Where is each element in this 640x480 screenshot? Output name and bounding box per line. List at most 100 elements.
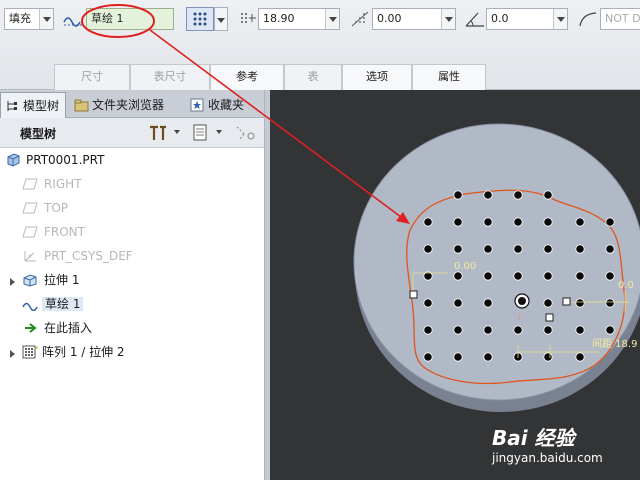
show-icon[interactable] [192, 124, 210, 142]
dashboard: 填充 草绘 1 18.90 0.00 0.0 NOT D 尺寸 表尺寸 参考 表… [0, 0, 640, 90]
angle-icon [465, 12, 484, 27]
pattern-hole [483, 298, 493, 308]
pattern-type-dropdown[interactable] [214, 7, 228, 31]
chevron-down-icon[interactable] [39, 9, 53, 29]
sketch-icon [63, 17, 82, 27]
insert-arrow-icon [25, 323, 37, 333]
spacing-field[interactable]: 18.90 [258, 8, 340, 30]
pattern-hole [513, 217, 523, 227]
extrude-icon [23, 274, 37, 287]
pattern-hole [605, 244, 615, 254]
pattern-hole [543, 352, 553, 362]
filter-icon[interactable] [234, 124, 258, 142]
sketch-collector[interactable]: 草绘 1 [86, 8, 174, 30]
tab-label: 属性 [438, 70, 460, 83]
pattern-hole [513, 190, 523, 200]
csys-icon: x [24, 251, 36, 262]
expand-icon[interactable] [10, 278, 15, 286]
pattern-hole [543, 271, 553, 281]
pattern-hole [543, 298, 553, 308]
pattern-hole [575, 325, 585, 335]
angle-field[interactable]: 0.0 [486, 8, 568, 30]
tab-model-tree[interactable]: 模型树 [0, 92, 66, 118]
pattern-hole [423, 298, 433, 308]
tree-item-label: 草绘 1 [42, 297, 84, 311]
sketch-icon [22, 302, 38, 311]
disc-top[interactable] [353, 123, 640, 401]
pattern-hole [423, 325, 433, 335]
tree-item-extrude[interactable]: 拉伸 1 [22, 270, 79, 290]
not-defined-value: NOT D [605, 12, 640, 25]
tree-item-right[interactable]: RIGHT [22, 174, 82, 194]
pattern-hole [483, 325, 493, 335]
pattern-hole [543, 325, 553, 335]
part-icon [7, 153, 20, 167]
navigator-tabs: 模型树 文件夹浏览器 收藏夹 [0, 90, 264, 118]
spacing-icon [241, 13, 256, 23]
pattern-hole [453, 298, 463, 308]
pattern-hole [605, 271, 615, 281]
pattern-hole [605, 325, 615, 335]
pattern-hole [483, 244, 493, 254]
tree-item-part[interactable]: PRT0001.PRT [6, 150, 104, 170]
tab-favorites[interactable]: 收藏夹 [186, 92, 250, 118]
tree-item-pattern[interactable]: * 阵列 1 / 拉伸 2 [22, 342, 125, 362]
expand-icon[interactable] [10, 350, 15, 358]
chevron-down-icon[interactable] [216, 130, 222, 134]
drag-handle-right[interactable] [562, 297, 571, 306]
drag-handle-bottom[interactable] [545, 313, 554, 322]
tree-item-insert-here[interactable]: 在此插入 [22, 318, 92, 338]
pattern-hole [423, 352, 433, 362]
pattern-hole [453, 271, 463, 281]
graphics-window[interactable]: 0.00 0.0 间距 18.9 i Bai 经验 jingyan.baidu.… [270, 90, 640, 480]
tree-item-top[interactable]: TOP [22, 198, 68, 218]
tree-item-sketch[interactable]: 草绘 1 [22, 294, 84, 314]
model-tree-header: 模型树 [0, 118, 264, 148]
model-tree: PRT0001.PRT RIGHT TOP FRONT x PRT_CSYS_D… [0, 148, 264, 480]
pattern-hole [575, 271, 585, 281]
tree-item-csys[interactable]: x PRT_CSYS_DEF [22, 246, 133, 266]
tree-item-label: PRT_CSYS_DEF [44, 249, 133, 263]
tab-dimensions[interactable]: 尺寸 [54, 64, 130, 90]
angle-value: 0.0 [491, 12, 509, 25]
pattern-hole [575, 217, 585, 227]
chevron-down-icon[interactable] [441, 9, 455, 29]
dim-label-left[interactable]: 0.00 [454, 261, 476, 272]
settings-icon[interactable] [148, 124, 168, 142]
baidu-watermark-url: jingyan.baidu.com [492, 451, 603, 465]
tab-label: 参考 [236, 70, 258, 83]
fill-type-dropdown[interactable]: 填充 [4, 8, 54, 30]
tree-item-label: PRT0001.PRT [26, 153, 105, 167]
offset-field[interactable]: 0.00 [372, 8, 456, 30]
pattern-hole [423, 244, 433, 254]
pattern-hole [453, 244, 463, 254]
tab-properties[interactable]: 属性 [412, 64, 486, 90]
pattern-hole [513, 271, 523, 281]
tab-table[interactable]: 表 [284, 64, 342, 90]
tab-options[interactable]: 选项 [342, 64, 412, 90]
baidu-watermark-logo: Bai 经验 [492, 426, 575, 450]
tree-icon [7, 101, 17, 111]
pattern-icon: * [22, 345, 39, 359]
pattern-hole [543, 190, 553, 200]
tab-table-dimensions[interactable]: 表尺寸 [130, 64, 210, 90]
arc-icon [579, 12, 597, 27]
drag-handle-left[interactable] [409, 290, 418, 299]
chevron-down-icon[interactable] [174, 130, 180, 134]
pattern-hole [453, 352, 463, 362]
tree-item-front[interactable]: FRONT [22, 222, 85, 242]
offset-icon [351, 11, 369, 27]
not-defined-field[interactable]: NOT D [600, 8, 640, 30]
tab-references[interactable]: 参考 [210, 64, 284, 90]
grid-dots-icon [193, 12, 207, 26]
tab-folder-browser[interactable]: 文件夹浏览器 [70, 92, 182, 118]
datum-plane-icon [22, 178, 38, 190]
dim-label-spacing[interactable]: 间距 18.9 [592, 337, 637, 350]
pattern-hole [423, 217, 433, 227]
pattern-hole [483, 352, 493, 362]
pattern-type-button[interactable] [186, 7, 214, 31]
chevron-down-icon[interactable] [325, 9, 339, 29]
dim-label-right[interactable]: 0.0 [618, 280, 634, 291]
chevron-down-icon[interactable] [553, 9, 567, 29]
pattern-hole [575, 244, 585, 254]
